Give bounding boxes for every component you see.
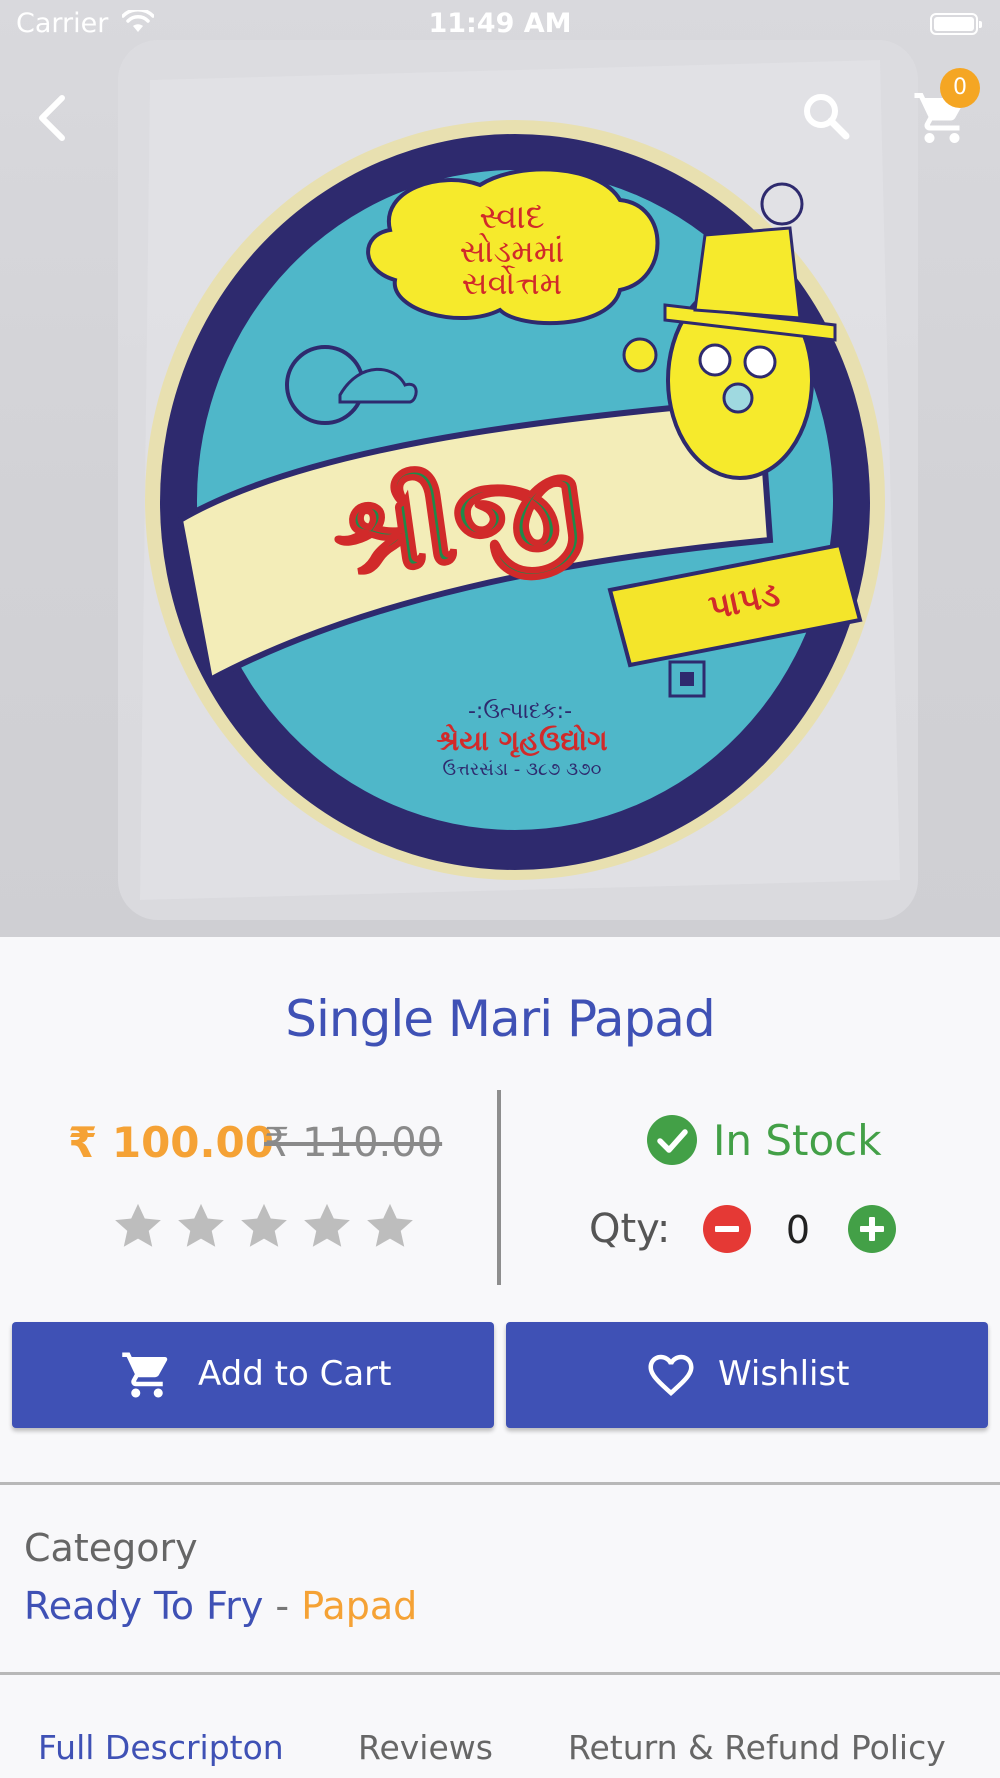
check-circle-icon — [647, 1115, 697, 1165]
chevron-left-icon — [39, 95, 65, 141]
product-price: ₹ 100.00 — [68, 1118, 274, 1167]
status-bar: Carrier 11:49 AM — [0, 0, 1000, 50]
category-parent-link[interactable]: Ready To Fry — [24, 1584, 263, 1628]
bubble-text-3: સર્વોત્તમ — [462, 264, 563, 302]
minus-circle-icon — [703, 1205, 751, 1253]
qty-decrease-button[interactable] — [702, 1204, 752, 1254]
info-divider — [497, 1090, 501, 1285]
stock-label: In Stock — [713, 1116, 882, 1165]
maker-label-text: -:ઉત્પાદક:- — [468, 699, 572, 724]
section-divider — [0, 1672, 1000, 1675]
star-icon — [241, 1203, 288, 1247]
clock: 11:49 AM — [428, 8, 572, 39]
star-icon — [115, 1203, 161, 1247]
product-title: Single Mari Papad — [285, 990, 715, 1048]
star-icon — [304, 1203, 351, 1247]
shopping-cart-icon — [122, 1352, 168, 1398]
bubble-text-1: સ્વાદ — [479, 197, 544, 237]
qty-value: 0 — [785, 1208, 811, 1252]
maker-address-text: ઉત્તરસંડા - ૩૮૭ ૩૭૦ — [443, 759, 602, 780]
wishlist-label: Wishlist — [718, 1354, 850, 1394]
back-button[interactable] — [30, 88, 80, 148]
tab-return-refund-policy[interactable]: Return & Refund Policy — [568, 1728, 946, 1767]
star-rating — [110, 1198, 420, 1256]
add-to-cart-label: Add to Cart — [198, 1354, 392, 1394]
search-button[interactable] — [800, 90, 854, 144]
section-divider — [0, 1482, 1000, 1485]
cart-count-badge: 0 — [940, 68, 980, 108]
qty-increase-button[interactable] — [847, 1204, 897, 1254]
add-to-cart-button[interactable]: Add to Cart — [12, 1322, 494, 1428]
plus-circle-icon — [848, 1205, 896, 1253]
qty-label: Qty: — [589, 1206, 671, 1252]
tab-reviews[interactable]: Reviews — [358, 1728, 493, 1767]
maker-name-text: શ્રેયા ગૃહઉદ્યોગ — [436, 724, 607, 758]
category-breadcrumb: Ready To Fry - Papad — [24, 1584, 417, 1628]
battery-icon — [930, 13, 982, 35]
tab-full-description[interactable]: Full Descripton — [38, 1728, 284, 1767]
search-icon — [804, 94, 850, 140]
wishlist-button[interactable]: Wishlist — [506, 1322, 988, 1428]
star-icon — [367, 1203, 414, 1247]
star-icon — [178, 1203, 224, 1247]
category-child-link[interactable]: Papad — [301, 1584, 417, 1628]
heart-outline-icon — [648, 1354, 694, 1397]
category-separator: - — [263, 1584, 302, 1628]
detail-tabs: Full Descripton Reviews Return & Refund … — [0, 1728, 1000, 1778]
category-heading: Category — [24, 1526, 198, 1570]
product-original-price: ₹ 110.00 — [264, 1120, 443, 1166]
